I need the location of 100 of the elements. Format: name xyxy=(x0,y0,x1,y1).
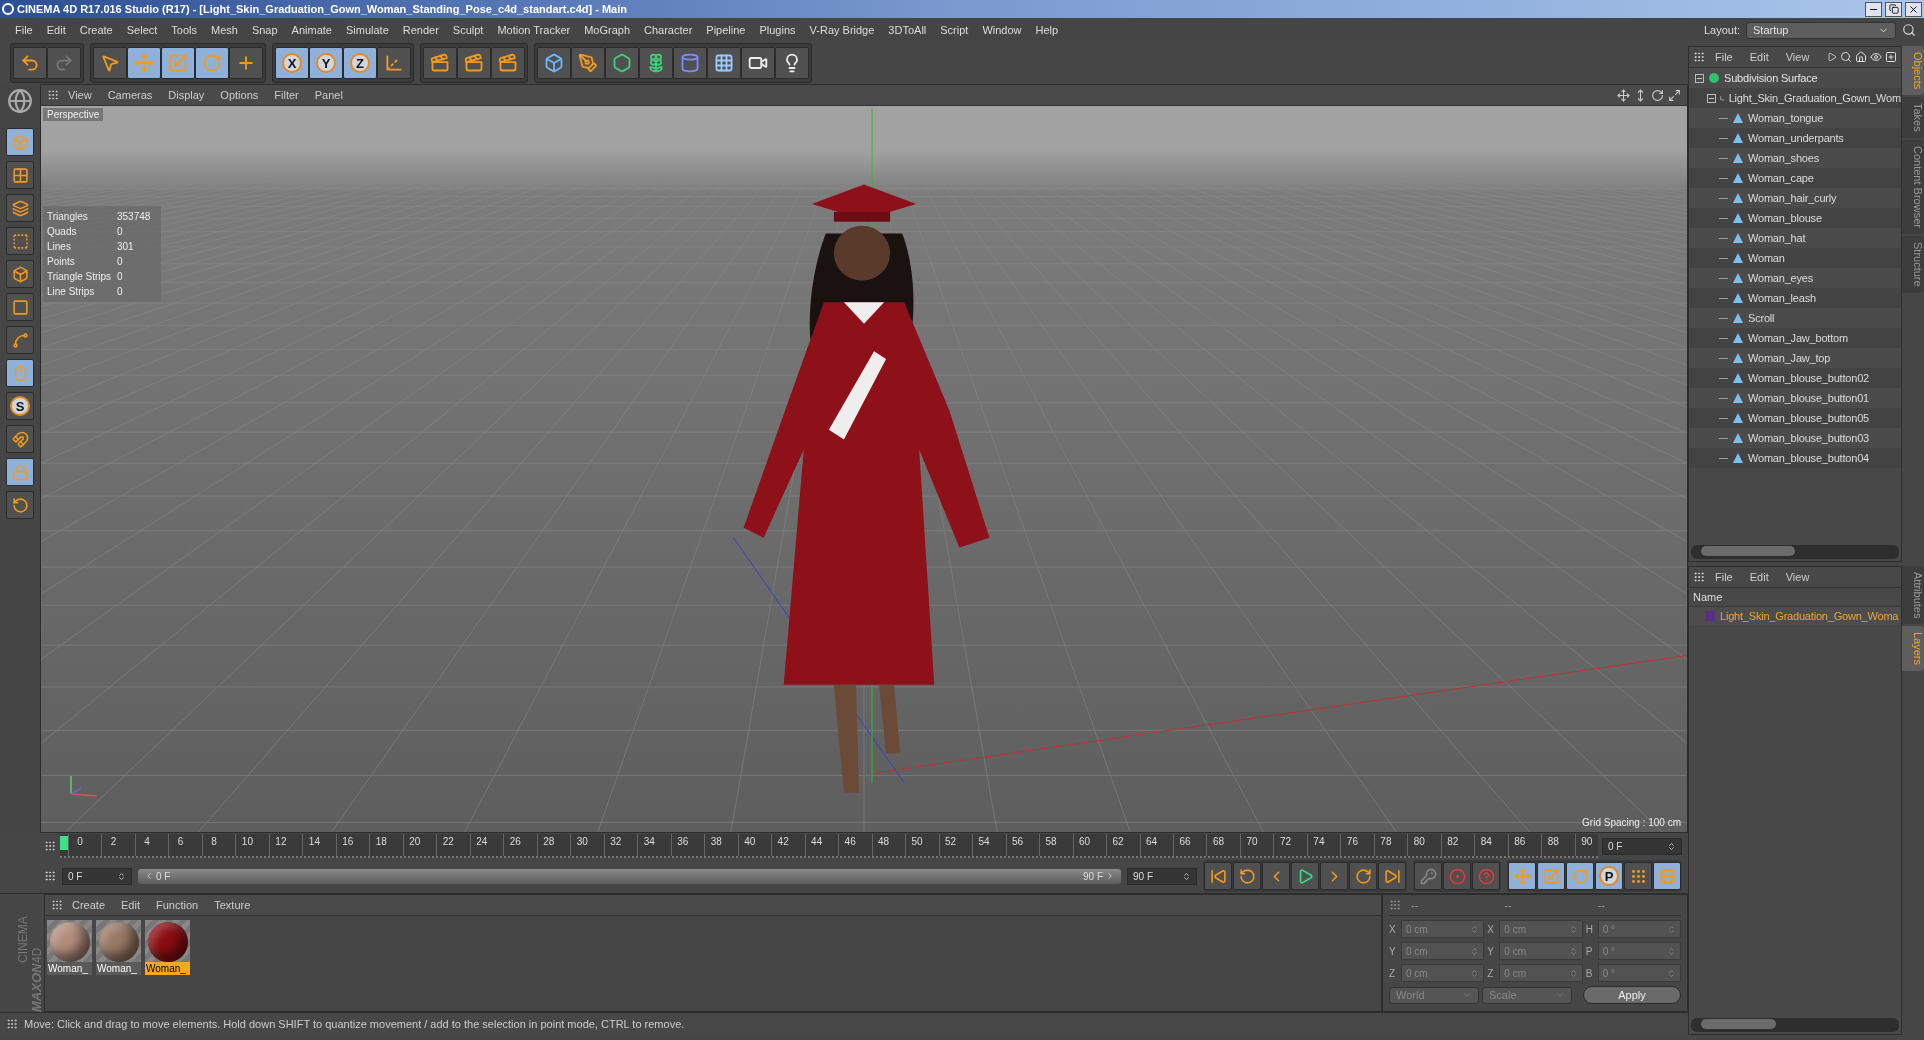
start-frame-field[interactable]: 0 F xyxy=(62,867,132,885)
next-frame-tool-button[interactable] xyxy=(1320,862,1348,890)
render-tool-button[interactable] xyxy=(457,47,491,79)
horizontal-scrollbar[interactable] xyxy=(1691,544,1899,559)
menu-item[interactable]: Create xyxy=(72,24,120,36)
current-frame-field[interactable]: 0 F xyxy=(1602,837,1682,855)
scale-tool-button[interactable] xyxy=(161,47,195,79)
pen-tool-button[interactable] xyxy=(571,47,605,79)
scale-tool-button[interactable] xyxy=(1537,862,1565,890)
points-grid-tool-button[interactable] xyxy=(1624,862,1652,890)
menu-item[interactable]: Texture xyxy=(207,899,258,911)
material-swatch[interactable]: Woman_ xyxy=(145,920,190,975)
points-tool-button[interactable] xyxy=(6,227,34,255)
grid-lock-tool-button[interactable] xyxy=(6,458,34,486)
play-tool-button[interactable] xyxy=(1291,862,1319,890)
tweak-tool-button[interactable] xyxy=(6,359,34,387)
select-tool-button[interactable] xyxy=(93,47,127,79)
rotate-tool-button[interactable] xyxy=(1566,862,1594,890)
menu-item[interactable]: Select xyxy=(119,24,165,36)
move-tool-button[interactable] xyxy=(1508,862,1536,890)
menu-item[interactable]: Pipeline xyxy=(699,24,753,36)
goto-start-tool-button[interactable] xyxy=(1204,862,1232,890)
frame-range-slider[interactable]: 0 F 90 F xyxy=(138,868,1121,884)
menu-item[interactable]: File xyxy=(8,24,40,36)
menu-item[interactable]: Window xyxy=(975,24,1029,36)
right-handle-icon[interactable] xyxy=(1105,871,1115,881)
object-row[interactable]: Woman_blouse_button05 xyxy=(1689,408,1901,428)
menu-item[interactable]: Render xyxy=(395,24,446,36)
object-row[interactable]: Woman_cape xyxy=(1689,168,1901,188)
menu-item[interactable]: Help xyxy=(1028,24,1066,36)
menu-item[interactable]: Panel xyxy=(307,89,350,101)
panel-grip-icon[interactable] xyxy=(1389,899,1401,911)
object-row[interactable]: Woman_blouse xyxy=(1689,208,1901,228)
timeline-ruler[interactable]: 0 2 4 6 8 10 12 14 16 18 20 22 24 26 28 30 32 34 36 38 40 42 44 46 48 50 52 54 56 58 60 62 64 66 68 70 72 74 76 78 80 82 84 86 88 90 xyxy=(60,834,1598,858)
light-tool-button[interactable] xyxy=(775,47,809,79)
menu-item[interactable]: Function xyxy=(149,899,206,911)
prev-frame-tool-button[interactable] xyxy=(1262,862,1290,890)
prev-key-tool-button[interactable] xyxy=(1233,862,1261,890)
menu-item[interactable]: Script xyxy=(933,24,976,36)
eye-icon[interactable] xyxy=(1870,51,1882,63)
new-panel-icon[interactable] xyxy=(1885,51,1897,63)
search-icon[interactable] xyxy=(1840,51,1852,63)
side-tab[interactable]: Content Browser xyxy=(1902,140,1924,234)
object-row[interactable]: Woman_underpants xyxy=(1689,128,1901,148)
move-tool-button[interactable] xyxy=(127,47,161,79)
menu-item[interactable]: Edit xyxy=(1742,51,1776,63)
workplane-tool-button[interactable] xyxy=(6,194,34,222)
panel-grip-icon[interactable] xyxy=(1693,570,1705,583)
menu-item[interactable]: Motion Tracker xyxy=(490,24,578,36)
subdivision-tool-button[interactable] xyxy=(605,47,639,79)
material-swatch[interactable]: Woman_ xyxy=(47,920,92,975)
floor-tool-button[interactable] xyxy=(707,47,741,79)
horizontal-scrollbar[interactable] xyxy=(1691,1018,1899,1032)
menu-item[interactable]: View xyxy=(1778,570,1817,583)
cloner-tool-button[interactable] xyxy=(639,47,673,79)
menu-item[interactable]: 3DToAll xyxy=(881,24,934,36)
collapse-icon[interactable] xyxy=(1707,93,1716,103)
side-tab[interactable]: Takes xyxy=(1902,97,1924,139)
coord-system-tool-button[interactable] xyxy=(377,47,411,79)
edges-tool-button[interactable] xyxy=(6,260,34,288)
menu-item[interactable]: Edit xyxy=(1742,570,1776,583)
camera-tool-button[interactable] xyxy=(741,47,775,79)
spinner-arrows-icon[interactable] xyxy=(1667,841,1676,851)
arrow-right-icon[interactable] xyxy=(1827,52,1837,62)
panel-grip-icon[interactable] xyxy=(47,89,59,101)
menu-item[interactable]: Options xyxy=(213,89,266,101)
side-tab[interactable]: Attributes xyxy=(1902,565,1924,625)
cube-tool-button[interactable] xyxy=(537,47,571,79)
menu-item[interactable]: Tools xyxy=(164,24,204,36)
apply-button[interactable]: Apply xyxy=(1583,986,1681,1004)
end-frame-field[interactable]: 90 F xyxy=(1127,867,1197,885)
parameter-key-button[interactable]: P xyxy=(1595,862,1623,890)
redo-tool-button[interactable] xyxy=(47,47,81,79)
menu-item[interactable]: File xyxy=(1708,51,1740,63)
menu-item[interactable]: Character xyxy=(637,24,700,36)
next-key-tool-button[interactable] xyxy=(1349,862,1377,890)
object-row[interactable]: Woman xyxy=(1689,248,1901,268)
orbit-view-icon[interactable] xyxy=(1651,88,1664,102)
menu-item[interactable]: View xyxy=(61,89,99,101)
menu-item[interactable]: Edit xyxy=(39,24,73,36)
record-tool-button[interactable] xyxy=(1443,862,1471,890)
object-row[interactable]: Woman_blouse_button02 xyxy=(1689,368,1901,388)
menu-item[interactable]: V-Ray Bridge xyxy=(802,24,882,36)
object-row[interactable]: Woman_leash xyxy=(1689,288,1901,308)
menu-item[interactable]: Create xyxy=(65,899,113,911)
panel-grip-icon[interactable] xyxy=(51,899,63,911)
axis-lock-button[interactable]: Z xyxy=(343,47,377,79)
menu-item[interactable]: Edit xyxy=(114,899,147,911)
panel-grip-icon[interactable] xyxy=(1693,51,1705,63)
axis-tool-tool-button[interactable] xyxy=(6,326,34,354)
grid-rotate-tool-button[interactable] xyxy=(6,491,34,519)
menu-item[interactable]: Display xyxy=(161,89,212,101)
panel-grip-icon[interactable] xyxy=(44,840,56,852)
menu-item[interactable]: Simulate xyxy=(338,24,396,36)
menu-item[interactable]: Sculpt xyxy=(445,24,491,36)
autokey-tool-button[interactable] xyxy=(1472,862,1500,890)
axis-cross-tool-button[interactable] xyxy=(229,47,263,79)
axis-lock-button[interactable]: X xyxy=(275,47,309,79)
menu-item[interactable]: Cameras xyxy=(100,89,160,101)
search-icon[interactable] xyxy=(1902,23,1916,37)
